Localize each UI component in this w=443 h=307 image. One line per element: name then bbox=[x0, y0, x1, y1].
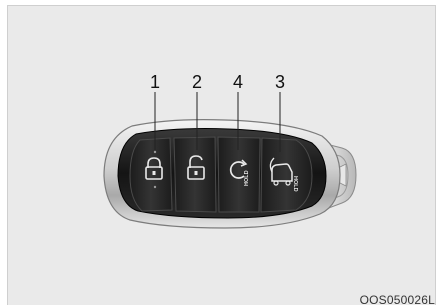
liftgate-button[interactable]: HOLD bbox=[261, 138, 312, 212]
indicator-led bbox=[154, 186, 156, 188]
hold-label: HOLD bbox=[244, 170, 250, 186]
remote-start-button[interactable]: HOLD bbox=[218, 137, 260, 212]
smart-key-fob-illustration: HOLD HOLD bbox=[0, 0, 443, 305]
unlock-button[interactable] bbox=[174, 137, 216, 212]
hold-label: HOLD bbox=[292, 176, 298, 192]
callout-number: 3 bbox=[270, 73, 290, 91]
indicator-led bbox=[154, 151, 156, 153]
lock-button[interactable] bbox=[130, 138, 172, 211]
callout-number: 1 bbox=[145, 73, 165, 91]
callout-number: 4 bbox=[228, 73, 248, 91]
callout-number: 2 bbox=[187, 73, 207, 91]
